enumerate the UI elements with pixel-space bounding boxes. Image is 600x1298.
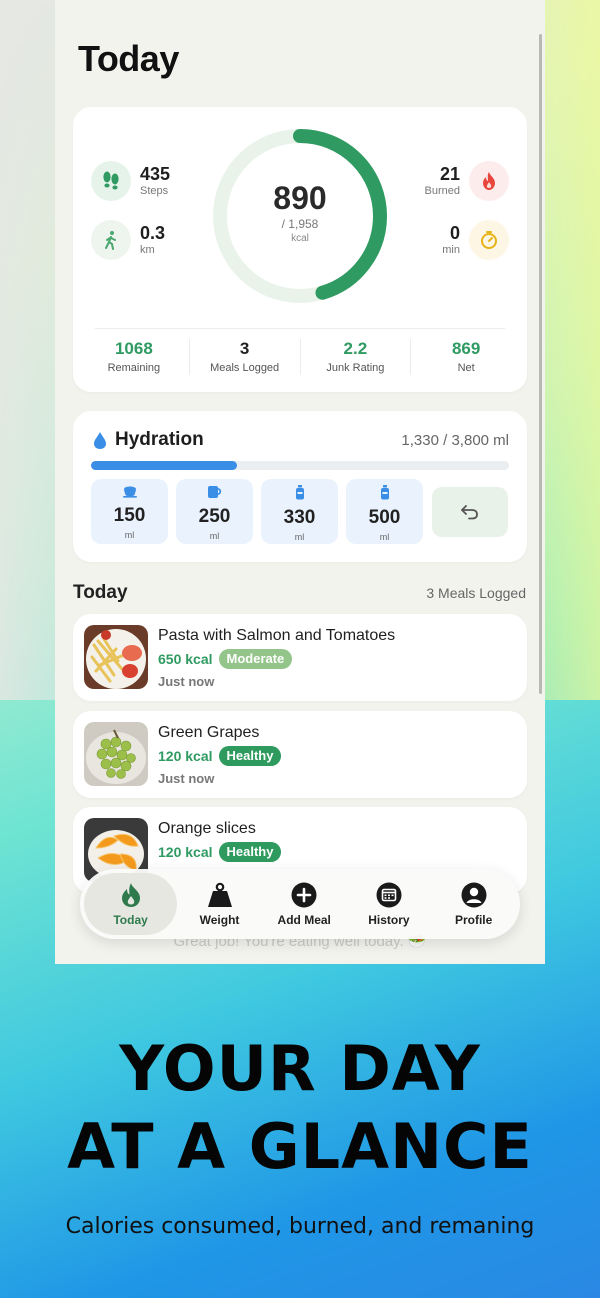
- hydration-title: Hydration: [115, 429, 204, 450]
- meal-name: Green Grapes: [158, 724, 260, 741]
- cup-unit: ml: [379, 532, 390, 542]
- steps-label: Steps: [140, 185, 169, 197]
- meal-kcal: 650 kcal: [158, 651, 213, 667]
- bottom-tab-bar: Today Weight Add Meal History Profile: [80, 869, 520, 939]
- undo-icon: [461, 505, 478, 520]
- metric-value: 869: [451, 339, 481, 358]
- metric-value: 1068: [114, 339, 153, 358]
- cup-unit: ml: [294, 532, 305, 542]
- burned-label: Burned: [424, 185, 460, 197]
- meal-item[interactable]: Pasta with Salmon and Tomatoes 650 kcal …: [73, 614, 527, 701]
- timer-icon: [469, 220, 509, 260]
- rating-badge: Healthy: [218, 842, 282, 862]
- calorie-summary-card: 435 Steps 0.3 km 21 Burned 0 min 890 / 1…: [73, 107, 527, 392]
- tab-label: Weight: [199, 912, 240, 927]
- promo-subtitle: Calories consumed, burned, and remaning: [65, 1214, 535, 1239]
- bottle-icon: [380, 485, 389, 500]
- steps-value: 435: [140, 164, 171, 184]
- metric-junk-rating: 2.2 Junk Rating: [301, 339, 412, 375]
- calories-goal: / 1,958: [281, 217, 319, 231]
- walking-icon: [91, 220, 131, 260]
- cup-value: 250: [198, 506, 231, 527]
- metric-value: 3: [239, 339, 250, 358]
- meal-name: Orange slices: [158, 820, 256, 837]
- metric-label: Junk Rating: [326, 362, 385, 374]
- metric-label: Remaining: [107, 362, 161, 374]
- tab-label: History: [368, 912, 410, 927]
- tab-history[interactable]: History: [347, 873, 432, 935]
- minutes-label: min: [442, 244, 460, 256]
- hydration-progress-fill: [91, 461, 238, 470]
- hydration-amount: 1,330 / 3,800 ml: [401, 432, 509, 449]
- rating-badge: Healthy: [218, 746, 282, 766]
- cup-unit: ml: [124, 530, 135, 540]
- burned-value: 21: [439, 164, 460, 184]
- metric-net: 869 Net: [411, 339, 521, 375]
- person-icon: [461, 882, 487, 907]
- headline-line-1: YOUR DAY: [119, 1032, 481, 1105]
- promo-headline: YOUR DAY AT A GLANCE: [0, 1030, 600, 1186]
- flame-icon: [121, 882, 140, 907]
- cup-icon: [122, 486, 137, 498]
- weight-icon: [207, 882, 232, 907]
- hydration-progress-bar: [91, 461, 509, 470]
- meal-photo: [84, 625, 148, 689]
- distance-label: km: [140, 244, 155, 256]
- tab-label: Profile: [454, 912, 493, 927]
- fire-icon: [469, 161, 509, 201]
- tab-weight[interactable]: Weight: [177, 873, 262, 935]
- divider: [95, 328, 505, 329]
- add-water-330-button[interactable]: 330 ml: [261, 479, 338, 544]
- calendar-icon: [376, 882, 402, 907]
- metrics-row: 1068 Remaining 3 Meals Logged 2.2 Junk R…: [79, 339, 521, 375]
- calories-consumed: 890: [273, 180, 327, 216]
- undo-water-button[interactable]: [432, 487, 508, 537]
- tab-today[interactable]: Today: [84, 873, 178, 935]
- tab-label: Add Meal: [277, 912, 331, 927]
- steps-stat: 435 Steps: [91, 161, 170, 201]
- tab-profile[interactable]: Profile: [431, 873, 516, 935]
- add-water-500-button[interactable]: 500 ml: [346, 479, 423, 544]
- calories-unit: kcal: [291, 233, 309, 244]
- bottle-icon: [295, 485, 304, 500]
- tab-label: Today: [113, 912, 148, 927]
- tab-add-meal[interactable]: Add Meal: [262, 873, 347, 935]
- add-water-150-button[interactable]: 150 ml: [91, 479, 168, 544]
- distance-value: 0.3: [140, 223, 166, 243]
- meal-time: Just now: [158, 771, 215, 786]
- cup-value: 330: [283, 507, 316, 528]
- distance-stat: 0.3 km: [91, 220, 165, 260]
- metric-label: Meals Logged: [210, 362, 280, 374]
- footsteps-icon: [91, 161, 131, 201]
- metric-label: Net: [457, 362, 475, 374]
- metric-value: 2.2: [343, 339, 368, 358]
- scrollbar[interactable]: [539, 34, 542, 694]
- minutes-value: 0: [449, 223, 460, 243]
- meal-kcal: 120 kcal: [158, 844, 213, 860]
- meals-section-title: Today: [73, 582, 128, 603]
- cup-value: 150: [113, 505, 146, 526]
- metric-remaining: 1068 Remaining: [79, 339, 190, 375]
- meal-time: Just now: [158, 674, 215, 689]
- app-screen: Today 435 Steps 0.3 km 21 Burned 0 min 8…: [55, 0, 545, 964]
- water-drop-icon: [94, 431, 106, 449]
- calorie-readout: 890 / 1,958 kcal: [211, 179, 389, 245]
- hydration-card: Hydration 1,330 / 3,800 ml 150 ml 250 ml…: [73, 411, 527, 562]
- page-title: Today: [78, 38, 179, 79]
- metric-meals-logged: 3 Meals Logged: [190, 339, 301, 375]
- meal-item[interactable]: Green Grapes 120 kcal Healthy Just now: [73, 711, 527, 798]
- cup-unit: ml: [209, 531, 220, 541]
- minutes-stat: 0 min: [442, 220, 509, 260]
- meal-kcal: 120 kcal: [158, 748, 213, 764]
- plus-circle-icon: [291, 882, 317, 907]
- meal-name: Pasta with Salmon and Tomatoes: [158, 627, 396, 644]
- add-water-250-button[interactable]: 250 ml: [176, 479, 253, 544]
- rating-badge: Moderate: [218, 649, 293, 669]
- meals-count: 3 Meals Logged: [426, 585, 526, 601]
- cup-value: 500: [368, 507, 401, 528]
- headline-line-2: AT A GLANCE: [67, 1110, 533, 1183]
- mug-icon: [208, 486, 222, 498]
- burned-stat: 21 Burned: [425, 161, 509, 201]
- meal-photo: [84, 722, 148, 786]
